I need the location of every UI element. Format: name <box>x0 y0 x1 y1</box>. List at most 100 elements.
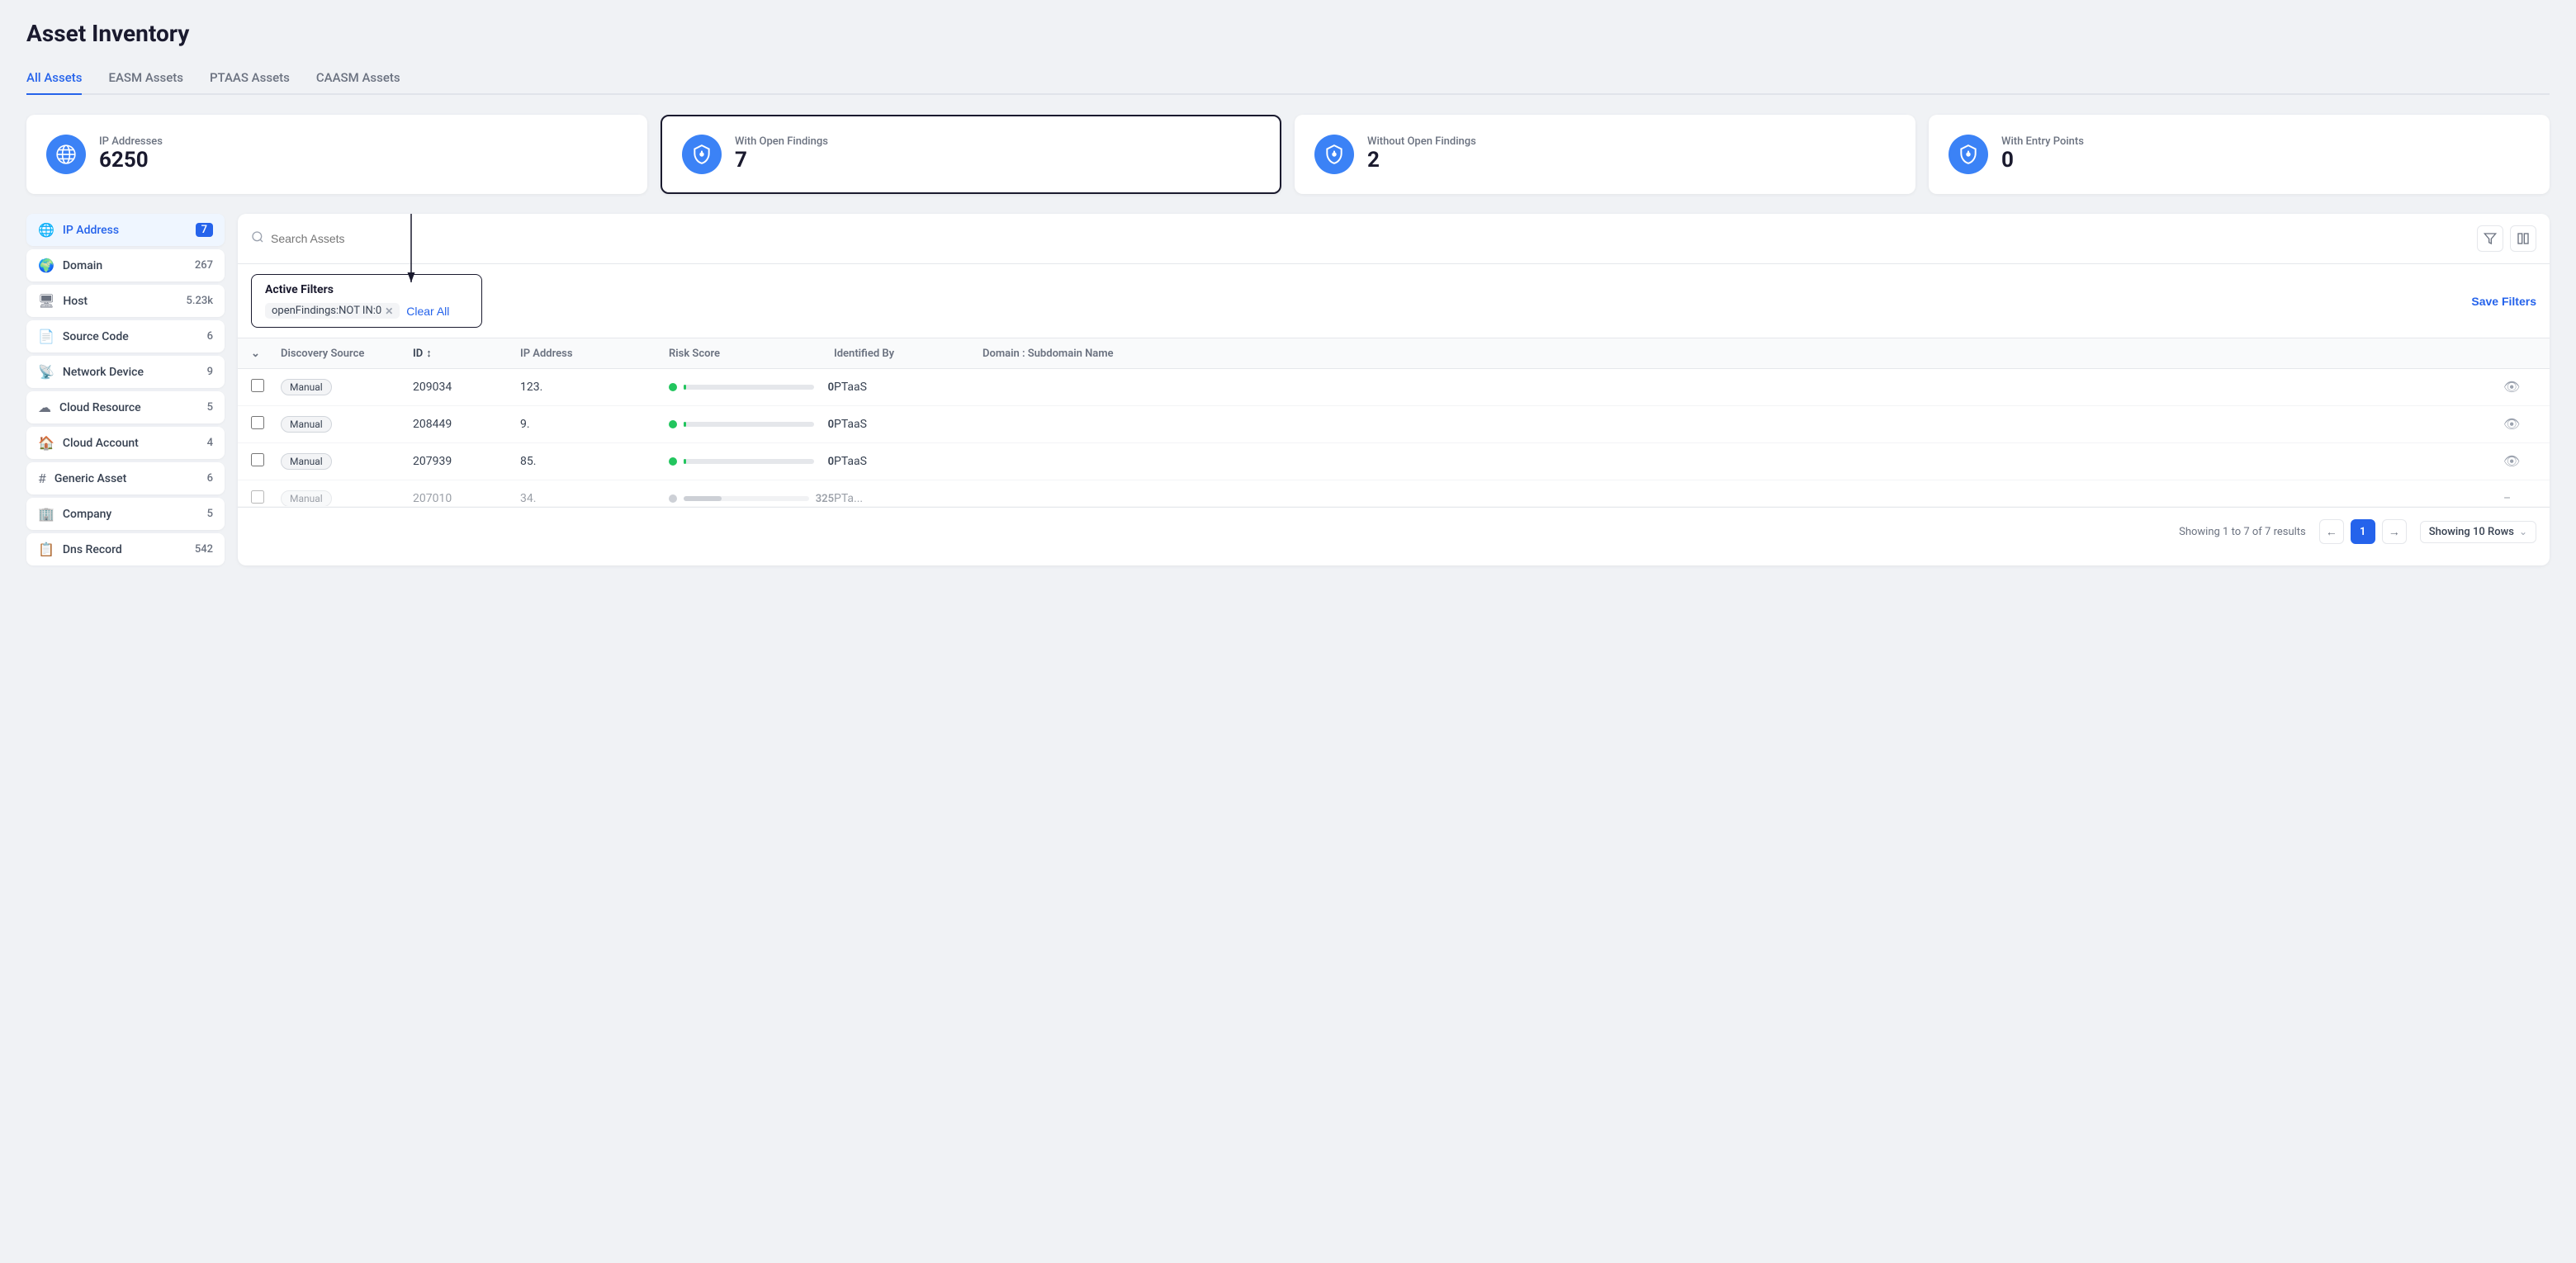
th-identified-by: Identified By <box>834 348 983 360</box>
tab-ptaas-assets[interactable]: PTAAS Assets <box>210 64 290 95</box>
cloud-account-icon: 🏠 <box>38 435 54 451</box>
ip-address-icon: 🌐 <box>38 222 54 238</box>
sidebar-count-dns-record: 542 <box>195 543 213 556</box>
risk-dot-1 <box>669 420 677 428</box>
pagination-info: Showing 1 to 7 of 7 results <box>2179 526 2306 538</box>
risk-score-val-1: 0 <box>821 419 834 431</box>
risk-bar-1: 0 <box>669 419 834 431</box>
row-ip-1: 9. <box>520 418 669 431</box>
next-page-btn[interactable]: → <box>2382 519 2407 544</box>
row-view-btn-1[interactable]: 👁 <box>2503 416 2520 433</box>
cloud-resource-icon: ☁ <box>38 400 51 415</box>
sidebar-item-cloud-account[interactable]: 🏠 Cloud Account 4 <box>26 427 225 459</box>
main-content: 🌐 IP Address 7 🌍 Domain 267 🖥 Host 5.23k <box>26 214 2550 565</box>
row-checkbox-2[interactable] <box>251 453 264 466</box>
generic-asset-icon: # <box>38 471 46 486</box>
save-filters-button[interactable]: Save Filters <box>2471 295 2536 308</box>
th-domain-subdomain: Domain : Subdomain Name <box>983 348 2503 360</box>
row-identified-by-1: PTaaS <box>834 418 983 431</box>
sidebar-item-host[interactable]: 🖥 Host 5.23k <box>26 285 225 317</box>
stat-entry-label: With Entry Points <box>2001 135 2084 148</box>
stat-open-label: With Open Findings <box>735 135 828 148</box>
rows-selector[interactable]: Showing 10 Rows ⌄ <box>2420 521 2536 543</box>
discovery-source-badge-0: Manual <box>281 379 332 395</box>
filter-tag-open-findings: openFindings:NOT IN:0 ✕ <box>265 303 400 319</box>
tab-all-assets[interactable]: All Assets <box>26 64 82 95</box>
page-btn-1[interactable]: 1 <box>2351 519 2375 544</box>
search-bar-row <box>238 214 2550 264</box>
risk-bar-2: 0 <box>669 456 834 468</box>
sidebar-item-ip-address[interactable]: 🌐 IP Address 7 <box>26 214 225 246</box>
shield-entry-icon <box>1949 135 1988 174</box>
table-row: Manual 208449 9. 0 PTaaS 👁 <box>238 406 2550 443</box>
sidebar-label-ip: IP Address <box>63 224 119 237</box>
tab-caasm-assets[interactable]: CAASM Assets <box>316 64 400 95</box>
risk-bar-3: 325 <box>669 493 834 505</box>
row-view-btn-2[interactable]: 👁 <box>2503 453 2520 470</box>
sidebar-item-dns-record[interactable]: 📋 Dns Record 542 <box>26 533 225 565</box>
row-view-btn-0[interactable]: 👁 <box>2503 379 2520 395</box>
sidebar-item-company[interactable]: 🏢 Company 5 <box>26 498 225 530</box>
page-nav: ← 1 → <box>2319 519 2407 544</box>
discovery-source-badge-1: Manual <box>281 416 332 433</box>
clear-all-button[interactable]: Clear All <box>406 305 449 318</box>
table-row-partial: Manual 207010 34. 325 PTa... – <box>238 480 2550 507</box>
tab-easm-assets[interactable]: EASM Assets <box>108 64 182 95</box>
sidebar-item-source-code[interactable]: 📄 Source Code 6 <box>26 320 225 352</box>
row-checkbox-1[interactable] <box>251 416 264 429</box>
discovery-source-badge-2: Manual <box>281 453 332 470</box>
columns-icon-btn[interactable] <box>2510 225 2536 252</box>
stat-open-value: 7 <box>735 148 828 173</box>
stat-ip-addresses[interactable]: IP Addresses 6250 <box>26 115 647 194</box>
sidebar-count-source-code: 6 <box>207 330 213 343</box>
risk-score-val-3: 325 <box>816 493 834 505</box>
sidebar-count-network-device: 9 <box>207 366 213 378</box>
filter-tag-remove[interactable]: ✕ <box>385 305 393 317</box>
host-icon: 🖥 <box>38 293 54 309</box>
rows-selector-label: Showing 10 Rows <box>2429 526 2514 538</box>
search-input-wrap[interactable] <box>251 230 2467 247</box>
row-checkbox-3[interactable] <box>251 490 264 504</box>
th-ip-address: IP Address <box>520 348 669 360</box>
table-row: Manual 207939 85. 0 PTaaS 👁 <box>238 443 2550 480</box>
sidebar-item-domain[interactable]: 🌍 Domain 267 <box>26 249 225 281</box>
sort-icon: ↕ <box>426 347 432 360</box>
sidebar-item-generic-asset[interactable]: # Generic Asset 6 <box>26 462 225 494</box>
dns-record-icon: 📋 <box>38 542 54 557</box>
filter-tag-text: openFindings:NOT IN:0 <box>272 305 381 317</box>
stat-entry-value: 0 <box>2001 148 2084 173</box>
stat-without-value: 2 <box>1367 148 1476 173</box>
row-id-0: 209034 <box>413 381 520 394</box>
search-input[interactable] <box>271 232 2467 245</box>
domain-icon: 🌍 <box>38 258 54 273</box>
row-identified-by-3: PTa... <box>834 492 983 505</box>
table-row: Manual 209034 123. 0 PTaaS 👁 <box>238 369 2550 406</box>
active-filters-title: Active Filters <box>265 283 468 296</box>
filter-icon-btn[interactable] <box>2477 225 2503 252</box>
row-checkbox-0[interactable] <box>251 379 264 392</box>
prev-page-btn[interactable]: ← <box>2319 519 2344 544</box>
sidebar-label-cloud-account: Cloud Account <box>63 437 139 450</box>
row-id-2: 207939 <box>413 455 520 468</box>
stat-without-open-findings[interactable]: Without Open Findings 2 <box>1295 115 1915 194</box>
shield-open-icon <box>682 135 722 174</box>
stat-with-entry-points[interactable]: With Entry Points 0 <box>1929 115 2550 194</box>
sidebar-label-domain: Domain <box>63 259 102 272</box>
th-id[interactable]: ID ↕ <box>413 347 520 360</box>
risk-dot-0 <box>669 383 677 391</box>
sidebar-item-network-device[interactable]: 📡 Network Device 9 <box>26 356 225 388</box>
sidebar-item-cloud-resource[interactable]: ☁ Cloud Resource 5 <box>26 391 225 423</box>
risk-bar-0: 0 <box>669 381 834 394</box>
stat-ip-label: IP Addresses <box>99 135 163 148</box>
sidebar-count-company: 5 <box>207 508 213 520</box>
th-expand[interactable]: ⌄ <box>251 348 281 360</box>
stat-with-open-findings[interactable]: With Open Findings 7 <box>661 115 1281 194</box>
page-title: Asset Inventory <box>26 20 2550 47</box>
sidebar-count-cloud-resource: 5 <box>207 401 213 414</box>
tabs-row: All Assets EASM Assets PTAAS Assets CAAS… <box>26 64 2550 95</box>
th-risk-score: Risk Score <box>669 348 834 360</box>
sidebar-count-cloud-account: 4 <box>207 437 213 449</box>
globe-icon <box>46 135 86 174</box>
chevron-down-icon: ⌄ <box>251 348 260 360</box>
risk-dot-3 <box>669 494 677 503</box>
